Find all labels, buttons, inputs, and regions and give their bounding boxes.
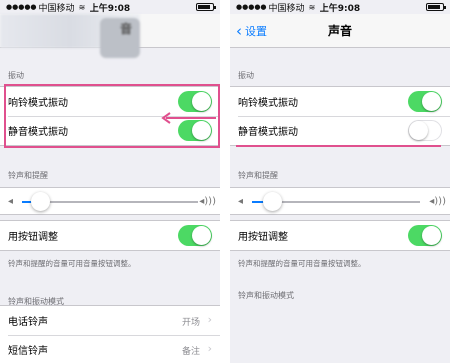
text-tone-value: 备注: [181, 347, 200, 357]
arrow-left-icon: [161, 112, 216, 124]
vibrate-on-silent-label: 静音模式振动: [238, 127, 298, 138]
page-title: 声音: [327, 24, 352, 38]
right-phone-screen: ●●●●● 中国移动 ≋ 上午9:08 ‹ 设置 声音 振动 响铃模式振动 静音…: [230, 0, 450, 363]
battery-icon: [196, 3, 216, 11]
phone-ringtone-label: 电话铃声: [8, 317, 48, 328]
section-header-patterns: 铃声和振动模式: [238, 291, 294, 300]
phone-ringtone-value: 开场: [181, 318, 200, 328]
status-bar: ●●●●● 中国移动 ≋ 上午9:08: [230, 0, 450, 14]
nav-bar: 音: [0, 14, 220, 58]
back-label: 设置: [245, 25, 267, 38]
volume-slider-thumb[interactable]: [263, 192, 283, 211]
change-with-buttons-note: 铃声和提醒的音量可用音量按钮调整。: [238, 259, 366, 268]
section-header-vibration: 振动: [8, 71, 24, 80]
status-bar: ●●●●● 中国移动 ≋ 上午9:08: [0, 0, 220, 14]
change-with-buttons-toggle[interactable]: [178, 225, 212, 246]
row-vibrate-on-ring: 响铃模式振动: [230, 87, 450, 116]
speaker-high-icon: ◂))): [429, 196, 446, 207]
ringer-volume-slider-row: ◂ ◂))): [0, 187, 220, 215]
row-change-with-buttons: 用按钮调整: [0, 221, 220, 250]
status-time: 上午9:08: [89, 3, 131, 14]
toggle-knob: [422, 92, 441, 111]
toggle-knob: [409, 121, 428, 140]
volume-slider-thumb[interactable]: [30, 192, 50, 211]
row-phone-ringtone[interactable]: 电话铃声 开场 ›: [0, 306, 220, 335]
row-change-with-buttons: 用按钮调整: [230, 221, 450, 250]
text-tone-label: 短信铃声: [8, 346, 48, 357]
ringer-volume-slider-row: ◂ ◂))): [230, 187, 450, 215]
section-header-ringer: 铃声和提醒: [238, 171, 278, 180]
row-vibrate-on-silent: 静音模式振动: [230, 116, 450, 145]
vibrate-on-ring-label: 响铃模式振动: [238, 98, 298, 109]
change-with-buttons-label: 用按钮调整: [8, 232, 58, 243]
chevron-right-icon: ›: [207, 313, 212, 326]
left-phone-screen: ●●●●● 中国移动 ≋ 上午9:08 音 振动 响铃模式振动 静音模式振动 铃…: [0, 0, 220, 363]
vibrate-on-ring-toggle[interactable]: [408, 91, 442, 112]
chevron-left-icon: ‹: [236, 21, 242, 40]
change-with-buttons-label: 用按钮调整: [238, 232, 288, 243]
nav-bar: ‹ 设置 声音: [230, 14, 450, 48]
annotation-underline: [236, 145, 441, 147]
row-text-tone[interactable]: 短信铃声 备注 ›: [0, 335, 220, 363]
nav-title-partial: 音: [119, 22, 132, 36]
change-with-buttons-group: 用按钮调整: [230, 220, 450, 251]
vibration-group: 响铃模式振动 静音模式振动: [230, 86, 450, 146]
toggle-knob: [192, 226, 211, 245]
screenshot-separator: [220, 0, 230, 363]
battery-icon: [426, 3, 446, 11]
change-with-buttons-toggle[interactable]: [408, 225, 442, 246]
toggle-knob: [422, 226, 441, 245]
back-button[interactable]: ‹ 设置: [236, 14, 267, 48]
speaker-low-icon: ◂: [8, 196, 14, 207]
speaker-low-icon: ◂: [238, 196, 244, 207]
blurred-nav-area: 音: [0, 14, 140, 58]
chevron-right-icon: ›: [207, 342, 212, 355]
section-header-ringer: 铃声和提醒: [8, 171, 48, 180]
section-header-vibration: 振动: [238, 71, 254, 80]
change-with-buttons-group: 用按钮调整: [0, 220, 220, 251]
change-with-buttons-note: 铃声和提醒的音量可用音量按钮调整。: [8, 259, 136, 268]
patterns-group: 电话铃声 开场 › 短信铃声 备注 ›: [0, 305, 220, 363]
speaker-high-icon: ◂))): [199, 196, 216, 207]
status-time: 上午9:08: [319, 3, 361, 14]
vibrate-on-silent-toggle[interactable]: [408, 120, 442, 141]
